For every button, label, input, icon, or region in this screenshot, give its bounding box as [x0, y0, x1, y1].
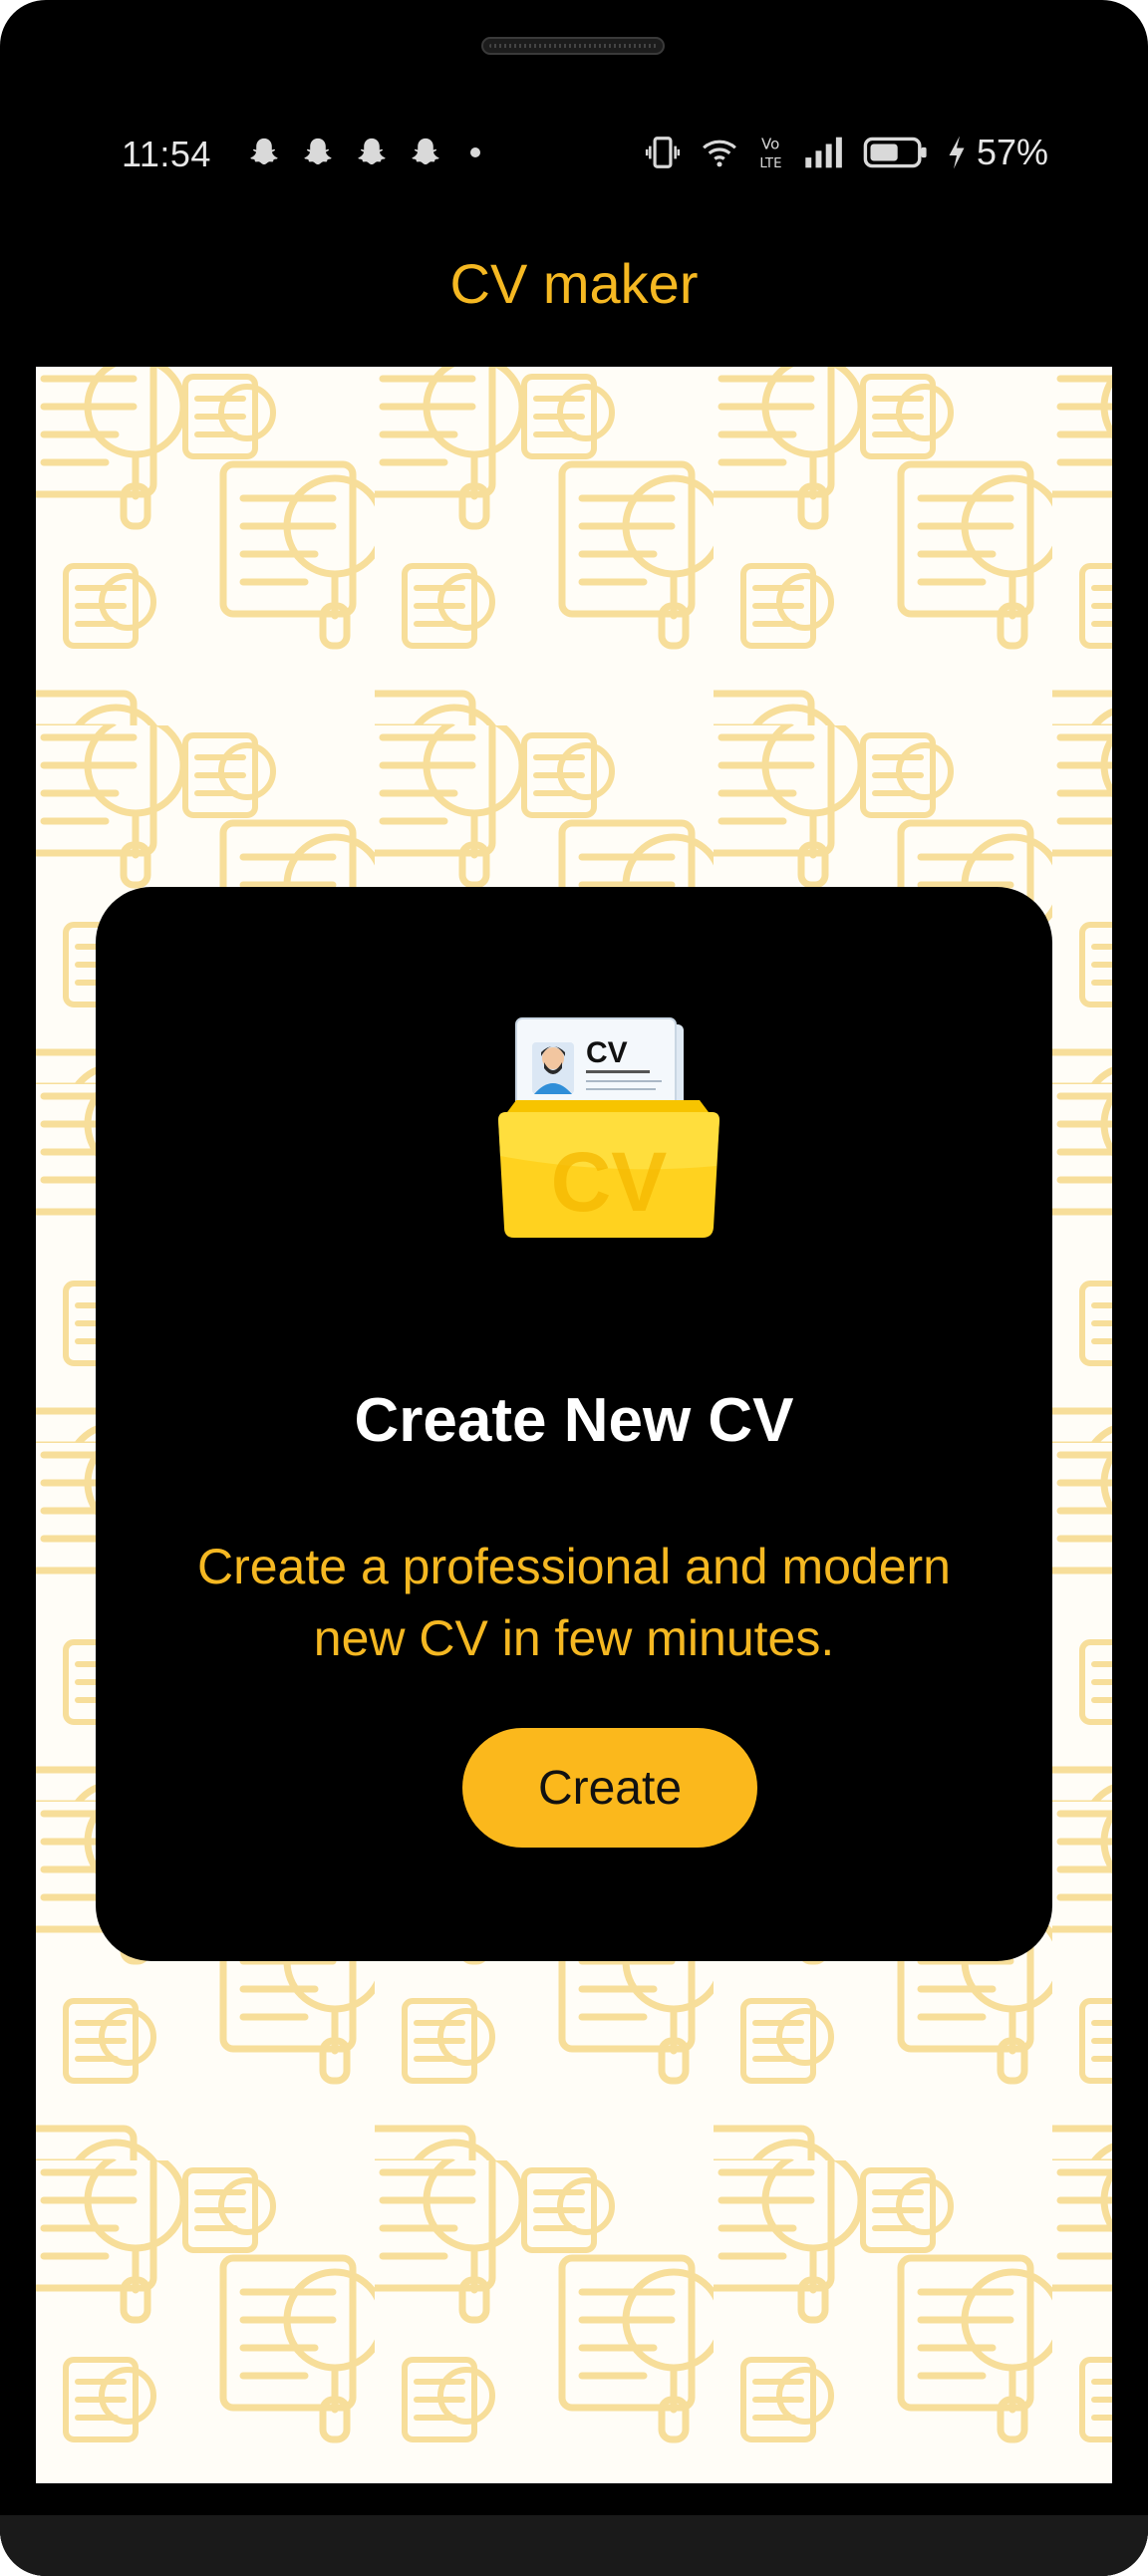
card-description: Create a professional and modern new CV … [196, 1539, 951, 1666]
phone-frame: 11:54 Vo LTE 57% CV maker CV CV Create N… [0, 0, 1148, 2576]
status-bar: 11:54 Vo LTE 57% [0, 120, 1148, 189]
snapchat-icon [301, 136, 335, 169]
app-title: CV maker [449, 252, 699, 315]
card-title: Create New CV [354, 1386, 794, 1455]
snapchat-icon [247, 136, 281, 169]
vibrate-icon [644, 134, 682, 171]
status-right-icons: Vo LTE 57% [644, 132, 1048, 173]
battery-percentage: 57% [976, 132, 1048, 172]
notification-icons [247, 136, 480, 169]
svg-text:CV: CV [551, 1135, 668, 1229]
battery-icon [863, 136, 929, 169]
main-content: CV CV Create New CV Create a professiona… [36, 367, 1112, 2483]
svg-text:LTE: LTE [759, 156, 781, 171]
svg-text:CV: CV [586, 1036, 628, 1069]
volte-icon: Vo LTE [757, 133, 785, 172]
wifi-icon [700, 134, 739, 171]
signal-icon [803, 136, 845, 169]
snapchat-icon [409, 136, 442, 169]
speaker-grille [481, 37, 665, 55]
snapchat-icon [355, 136, 389, 169]
create-button[interactable]: Create [462, 1728, 757, 1848]
bottom-edge [0, 2515, 1148, 2576]
more-notifications-dot [470, 147, 480, 157]
status-time: 11:54 [122, 134, 211, 174]
create-cv-card: CV CV Create New CV Create a professiona… [96, 887, 1052, 1961]
svg-text:Vo: Vo [761, 136, 779, 153]
cv-folder-icon: CV CV [494, 1016, 723, 1246]
charging-icon [947, 135, 967, 170]
